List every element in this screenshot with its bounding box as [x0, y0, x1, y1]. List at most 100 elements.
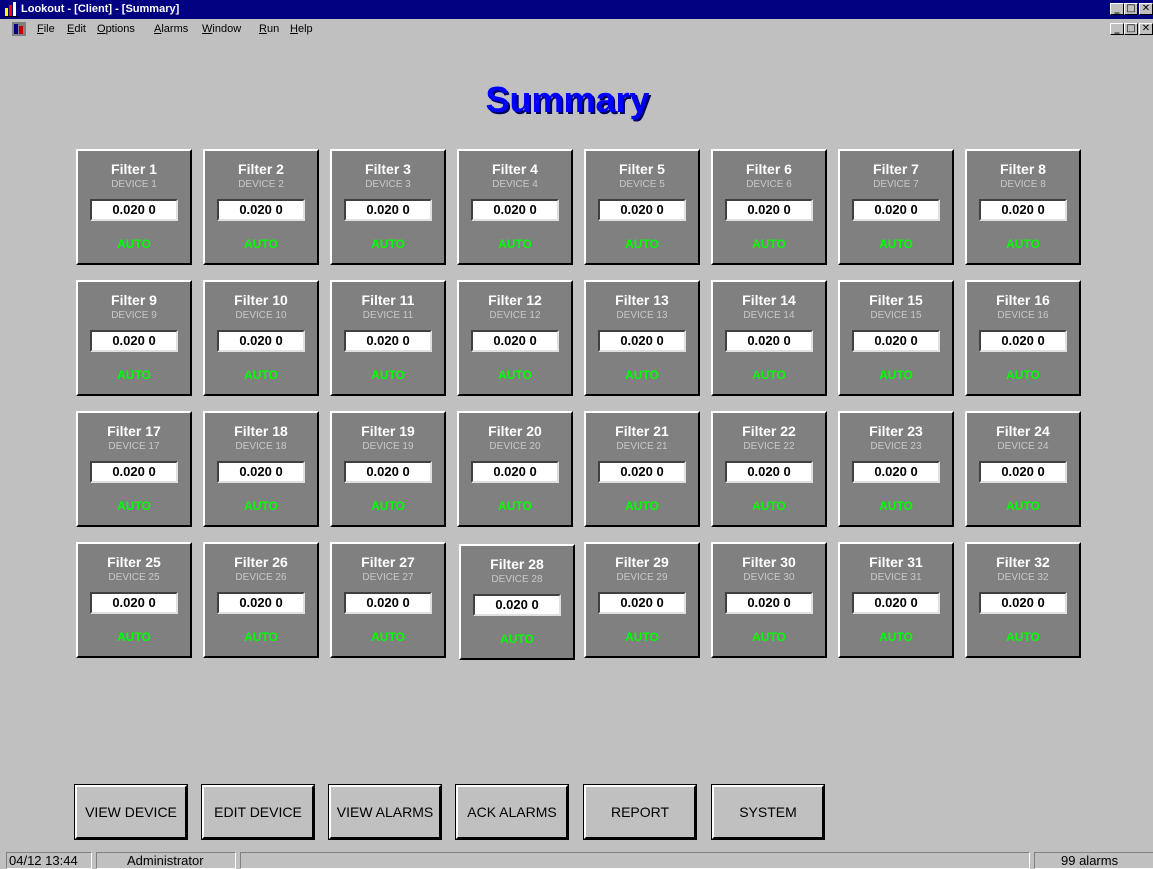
filter-tile[interactable]: Filter 26 DEVICE 26 0.020 0 AUTO: [203, 542, 319, 658]
filter-name: Filter 14: [742, 292, 796, 308]
filter-tile[interactable]: Filter 23 DEVICE 23 0.020 0 AUTO: [838, 411, 954, 527]
filter-name: Filter 28: [490, 556, 544, 572]
menu-help[interactable]: Help: [290, 22, 313, 36]
maximize-button[interactable]: □: [1124, 3, 1138, 15]
filter-tile[interactable]: Filter 29 DEVICE 29 0.020 0 AUTO: [584, 542, 700, 658]
filter-device-label: DEVICE 24: [997, 441, 1049, 452]
filter-mode-status: AUTO: [752, 499, 786, 513]
filter-tile[interactable]: Filter 31 DEVICE 31 0.020 0 AUTO: [838, 542, 954, 658]
filter-name: Filter 20: [488, 423, 542, 439]
filter-tile[interactable]: Filter 32 DEVICE 32 0.020 0 AUTO: [965, 542, 1081, 658]
filter-tile[interactable]: Filter 2 DEVICE 2 0.020 0 AUTO: [203, 149, 319, 265]
filter-tile[interactable]: Filter 18 DEVICE 18 0.020 0 AUTO: [203, 411, 319, 527]
filter-tile[interactable]: Filter 21 DEVICE 21 0.020 0 AUTO: [584, 411, 700, 527]
filter-value-display: 0.020 0: [852, 330, 940, 352]
filter-tile[interactable]: Filter 15 DEVICE 15 0.020 0 AUTO: [838, 280, 954, 396]
system-button[interactable]: SYSTEM: [711, 784, 825, 840]
filter-tile[interactable]: Filter 4 DEVICE 4 0.020 0 AUTO: [457, 149, 573, 265]
menu-run[interactable]: Run: [259, 22, 279, 36]
filter-value-display: 0.020 0: [725, 199, 813, 221]
menu-window[interactable]: Window: [202, 22, 241, 36]
filter-tile[interactable]: Filter 5 DEVICE 5 0.020 0 AUTO: [584, 149, 700, 265]
filter-mode-status: AUTO: [498, 237, 532, 251]
filter-device-label: DEVICE 25: [108, 572, 160, 583]
filter-mode-status: AUTO: [117, 499, 151, 513]
filter-value-display: 0.020 0: [598, 330, 686, 352]
minimize-button[interactable]: _: [1110, 3, 1124, 15]
filter-name: Filter 23: [869, 423, 923, 439]
filter-name: Filter 1: [111, 161, 157, 177]
status-bar: 04/12 13:44 Administrator 99 alarms: [0, 850, 1153, 869]
filter-device-label: DEVICE 6: [746, 179, 792, 190]
filter-value-display: 0.020 0: [217, 592, 305, 614]
filter-device-label: DEVICE 3: [365, 179, 411, 190]
filter-tile[interactable]: Filter 16 DEVICE 16 0.020 0 AUTO: [965, 280, 1081, 396]
filter-tile[interactable]: Filter 19 DEVICE 19 0.020 0 AUTO: [330, 411, 446, 527]
menu-file[interactable]: File: [37, 22, 55, 36]
filter-tile[interactable]: Filter 17 DEVICE 17 0.020 0 AUTO: [76, 411, 192, 527]
filter-value-display: 0.020 0: [217, 330, 305, 352]
ack-alarms-button[interactable]: ACK ALARMS: [455, 784, 569, 840]
menu-options[interactable]: Options: [97, 22, 135, 36]
child-close-button[interactable]: ✕: [1139, 23, 1153, 35]
menu-edit[interactable]: Edit: [67, 22, 86, 36]
menu-alarms[interactable]: Alarms: [154, 22, 188, 36]
close-button[interactable]: ✕: [1139, 3, 1153, 15]
filter-mode-status: AUTO: [1006, 237, 1040, 251]
filter-mode-status: AUTO: [1006, 630, 1040, 644]
filter-tile[interactable]: Filter 13 DEVICE 13 0.020 0 AUTO: [584, 280, 700, 396]
filter-device-label: DEVICE 27: [362, 572, 414, 583]
filter-device-label: DEVICE 23: [870, 441, 922, 452]
filter-tile[interactable]: Filter 20 DEVICE 20 0.020 0 AUTO: [457, 411, 573, 527]
filter-name: Filter 18: [234, 423, 288, 439]
filter-tile[interactable]: Filter 12 DEVICE 12 0.020 0 AUTO: [457, 280, 573, 396]
filter-name: Filter 2: [238, 161, 284, 177]
filter-value-display: 0.020 0: [598, 592, 686, 614]
filter-name: Filter 7: [873, 161, 919, 177]
child-restore-button[interactable]: □: [1124, 23, 1138, 35]
lookout-app-icon[interactable]: [3, 2, 18, 17]
filter-device-label: DEVICE 20: [489, 441, 541, 452]
view-device-button[interactable]: VIEW DEVICE: [74, 784, 188, 840]
filter-value-display: 0.020 0: [979, 461, 1067, 483]
filter-value-display: 0.020 0: [473, 594, 561, 616]
status-alarm-count[interactable]: 99 alarms: [1034, 852, 1153, 869]
filter-name: Filter 30: [742, 554, 796, 570]
filter-mode-status: AUTO: [117, 237, 151, 251]
filter-tile[interactable]: Filter 27 DEVICE 27 0.020 0 AUTO: [330, 542, 446, 658]
filter-device-label: DEVICE 31: [870, 572, 922, 583]
filter-mode-status: AUTO: [244, 237, 278, 251]
filter-tile[interactable]: Filter 22 DEVICE 22 0.020 0 AUTO: [711, 411, 827, 527]
report-button[interactable]: REPORT: [583, 784, 697, 840]
filter-tile[interactable]: Filter 3 DEVICE 3 0.020 0 AUTO: [330, 149, 446, 265]
filter-tile[interactable]: Filter 30 DEVICE 30 0.020 0 AUTO: [711, 542, 827, 658]
filter-device-label: DEVICE 14: [743, 310, 795, 321]
filter-tile[interactable]: Filter 11 DEVICE 11 0.020 0 AUTO: [330, 280, 446, 396]
filter-tile[interactable]: Filter 1 DEVICE 1 0.020 0 AUTO: [76, 149, 192, 265]
document-window-icon[interactable]: [12, 22, 26, 36]
filter-tile[interactable]: Filter 8 DEVICE 8 0.020 0 AUTO: [965, 149, 1081, 265]
filter-mode-status: AUTO: [500, 632, 534, 646]
filter-tile[interactable]: Filter 28 DEVICE 28 0.020 0 AUTO: [459, 544, 575, 660]
filter-value-display: 0.020 0: [90, 199, 178, 221]
filter-tile[interactable]: Filter 24 DEVICE 24 0.020 0 AUTO: [965, 411, 1081, 527]
filter-mode-status: AUTO: [879, 237, 913, 251]
view-alarms-button[interactable]: VIEW ALARMS: [328, 784, 442, 840]
filter-tile[interactable]: Filter 6 DEVICE 6 0.020 0 AUTO: [711, 149, 827, 265]
filter-value-display: 0.020 0: [598, 461, 686, 483]
filter-device-label: DEVICE 28: [491, 574, 543, 585]
filter-name: Filter 16: [996, 292, 1050, 308]
filter-value-display: 0.020 0: [979, 199, 1067, 221]
filter-value-display: 0.020 0: [471, 330, 559, 352]
filter-tile[interactable]: Filter 10 DEVICE 10 0.020 0 AUTO: [203, 280, 319, 396]
status-user: Administrator: [96, 852, 236, 869]
edit-device-button[interactable]: EDIT DEVICE: [201, 784, 315, 840]
child-minimize-button[interactable]: _: [1110, 23, 1124, 35]
filter-tile[interactable]: Filter 7 DEVICE 7 0.020 0 AUTO: [838, 149, 954, 265]
filter-tile[interactable]: Filter 9 DEVICE 9 0.020 0 AUTO: [76, 280, 192, 396]
status-message: [240, 852, 1030, 869]
filter-tile[interactable]: Filter 25 DEVICE 25 0.020 0 AUTO: [76, 542, 192, 658]
filter-tile[interactable]: Filter 14 DEVICE 14 0.020 0 AUTO: [711, 280, 827, 396]
filter-name: Filter 21: [615, 423, 669, 439]
menu-bar: File Edit Options Alarms Window Run Help…: [0, 19, 1153, 39]
